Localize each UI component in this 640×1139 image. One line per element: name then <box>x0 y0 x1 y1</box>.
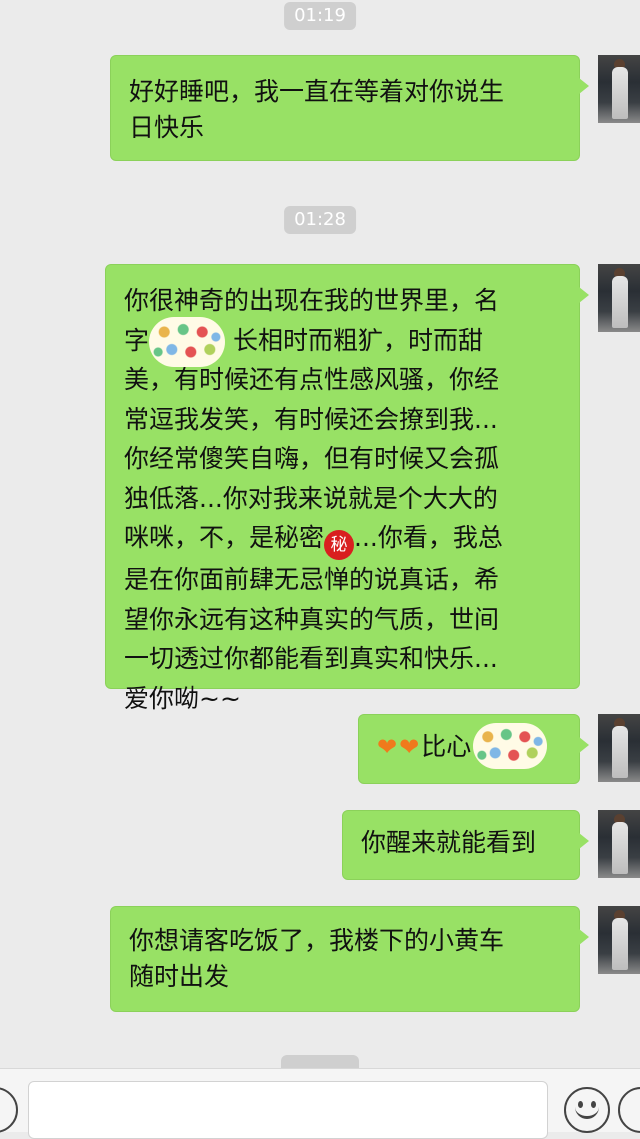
avatar[interactable] <box>598 810 640 878</box>
message-text-line: 你经常傻笑自嗨，但有时候又会孤 <box>124 444 500 473</box>
voice-icon[interactable] <box>0 1087 18 1133</box>
emoji-icon[interactable] <box>564 1087 610 1133</box>
avatar[interactable] <box>598 264 640 332</box>
message-text-line: 常逗我发笑，有时候还会撩到我... <box>124 404 498 434</box>
message-text-line: 随时出发 <box>129 962 230 991</box>
message-text-line: 你很神奇的出现在我的世界里，名 <box>124 286 500 315</box>
avatar[interactable] <box>598 55 640 123</box>
message-text-line: 望你永远有这种真实的气质，世间 <box>124 604 500 634</box>
message-text-line: 你想请客吃饭了，我楼下的小黄车 <box>129 926 505 955</box>
message-bubble[interactable]: 你很神奇的出现在我的世界里，名 字 长相时而粗犷，时而甜 美，有时候还有点性感风… <box>105 264 589 713</box>
message-text-line: 好好睡吧，我一直在等着对你说生 <box>129 77 505 106</box>
message-input[interactable] <box>28 1081 548 1139</box>
message-text-line: 独低落...你对我来说就是个大大的 <box>124 483 498 513</box>
timestamp: 01:28 <box>284 206 356 234</box>
message-text-line: 是在你面前肆无忌惮的说真话，希 <box>124 565 500 594</box>
avatar[interactable] <box>598 906 640 974</box>
message-text-line: 日快乐 <box>129 113 205 142</box>
message-bubble[interactable]: ❤❤比心 <box>358 714 589 784</box>
message-text-line: 爱你呦~~ <box>124 683 241 713</box>
message-bubble[interactable]: 好好睡吧，我一直在等着对你说生 日快乐 <box>110 55 589 161</box>
message-bubble[interactable]: 你想请客吃饭了，我楼下的小黄车 随时出发 <box>110 906 589 1012</box>
plus-icon[interactable] <box>618 1087 640 1133</box>
message-bubble[interactable]: 你醒来就能看到 <box>342 810 589 880</box>
message-text-line: 一切透过你都能看到真实和快乐... <box>124 644 498 673</box>
input-bar <box>0 1068 640 1139</box>
message-text-line: 字 长相时而粗犷，时而甜 <box>124 316 563 367</box>
timestamp-partial <box>281 1055 359 1069</box>
secret-emoji: 秘 <box>324 530 355 560</box>
blurred-name-sticker <box>149 316 226 367</box>
blurred-name-sticker <box>473 723 548 769</box>
message-text: 你醒来就能看到 <box>361 828 537 857</box>
heart-emoji: ❤❤ <box>377 733 422 761</box>
message-text: 比心 <box>421 732 472 761</box>
timestamp: 01:19 <box>284 2 356 30</box>
avatar[interactable] <box>598 714 640 782</box>
message-text-line: 咪咪，不，是秘密秘 ...你看，我总 <box>124 518 563 560</box>
